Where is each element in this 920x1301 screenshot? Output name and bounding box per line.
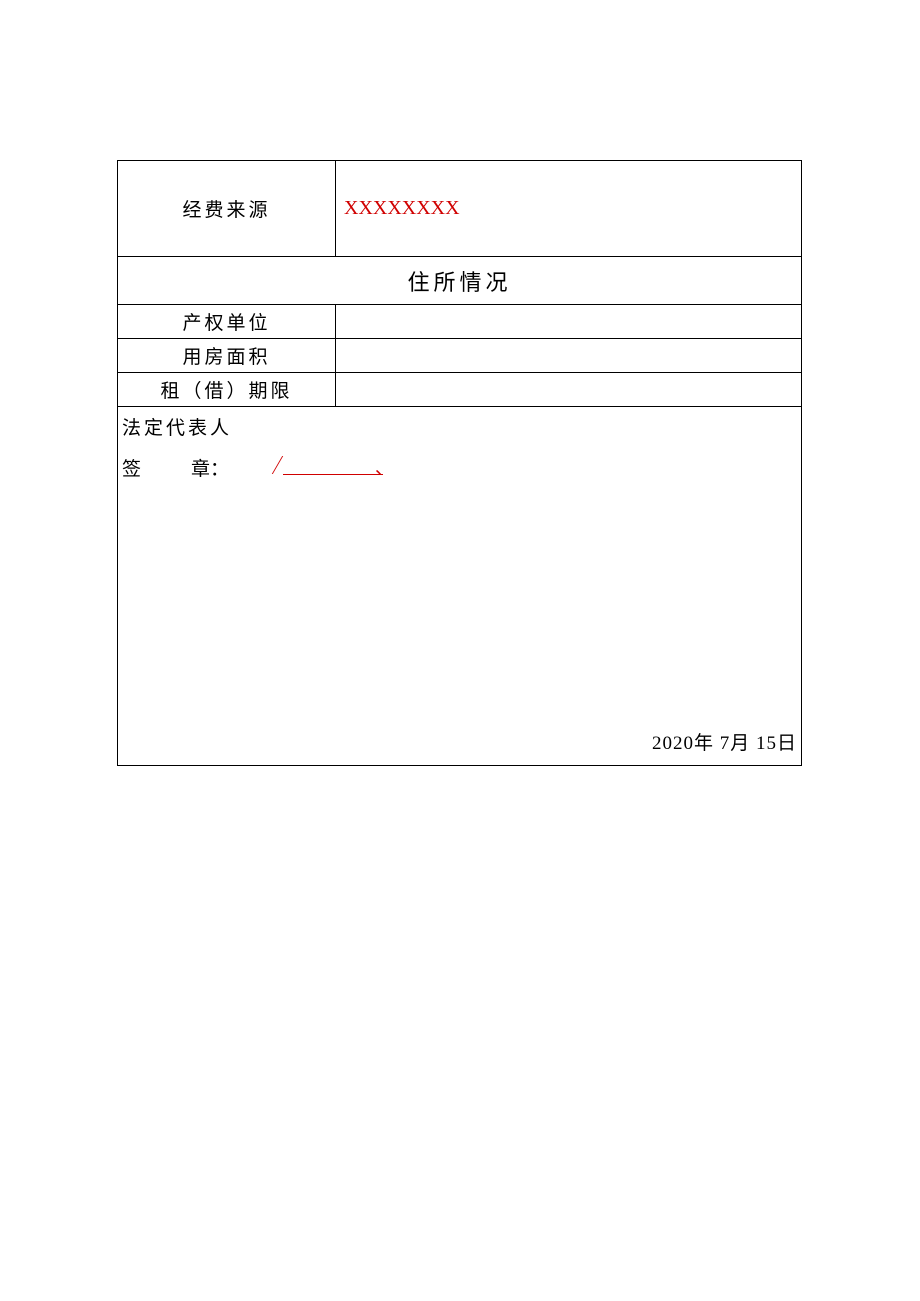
- funding-source-row: 经费来源 XXXXXXXX: [118, 161, 801, 257]
- date-month-unit: 月: [730, 733, 750, 754]
- sig-char-2: 章：: [191, 454, 229, 481]
- date-line: 2020年 7月 15日: [652, 728, 797, 755]
- legal-rep-label: 法定代表人: [122, 413, 797, 440]
- residence-header-row: 住所情况: [118, 257, 801, 305]
- funding-source-label: 经费来源: [118, 161, 336, 256]
- date-month: 7: [720, 733, 731, 754]
- signature-mark-icon: [283, 457, 383, 475]
- signature-line: 签 章：: [122, 454, 797, 481]
- date-year: 2020: [652, 733, 694, 754]
- lease-period-row: 租（借）期限: [118, 373, 801, 407]
- lease-period-value: [336, 373, 801, 406]
- housing-area-label: 用房面积: [118, 339, 336, 372]
- housing-area-row: 用房面积: [118, 339, 801, 373]
- signature-block: 法定代表人 签 章： 2020年 7月 15日: [118, 407, 801, 765]
- date-year-unit: 年: [694, 733, 714, 754]
- property-unit-label: 产权单位: [118, 305, 336, 338]
- lease-period-label: 租（借）期限: [118, 373, 336, 406]
- property-unit-value: [336, 305, 801, 338]
- date-day: 15: [756, 733, 777, 754]
- residence-header-label: 住所情况: [407, 265, 511, 297]
- funding-source-value: XXXXXXXX: [336, 161, 801, 256]
- housing-area-value: [336, 339, 801, 372]
- form-table: 经费来源 XXXXXXXX 住所情况 产权单位 用房面积 租（借）期限 法定代表…: [117, 160, 802, 766]
- property-unit-row: 产权单位: [118, 305, 801, 339]
- date-day-unit: 日: [777, 733, 797, 754]
- sig-char-1: 签: [122, 454, 141, 481]
